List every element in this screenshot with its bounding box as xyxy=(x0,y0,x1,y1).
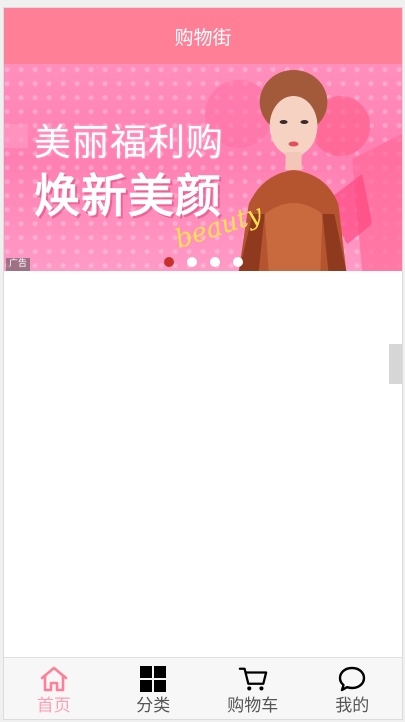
banner-carousel[interactable]: 美丽福利购 焕新美颜 beauty 广告 xyxy=(4,64,402,271)
tab-label: 首页 xyxy=(36,696,71,716)
tab-label: 我的 xyxy=(335,696,370,716)
banner-headline: 美丽福利购 xyxy=(34,121,224,164)
carousel-dot[interactable] xyxy=(233,257,243,267)
bottom-tab-bar: 首页 分类 购物车 我的 xyxy=(4,657,402,719)
page-title: 购物街 xyxy=(174,26,232,49)
tab-home[interactable]: 首页 xyxy=(4,658,104,719)
carousel-dot[interactable] xyxy=(210,257,220,267)
tab-label: 购物车 xyxy=(227,696,279,716)
tab-cart[interactable]: 购物车 xyxy=(203,658,303,719)
carousel-dot[interactable] xyxy=(187,257,197,267)
cart-icon xyxy=(238,664,268,694)
carousel-indicators xyxy=(164,257,243,267)
tab-category[interactable]: 分类 xyxy=(104,658,204,719)
chat-bubble-icon xyxy=(337,664,367,694)
carousel-dot[interactable] xyxy=(164,257,174,267)
app-frame: 购物街 美丽福利购 焕新美颜 beauty 广告 首页 分类 购物车 我的 xyxy=(3,7,403,720)
home-icon xyxy=(39,664,69,694)
ad-label: 广告 xyxy=(6,258,31,271)
scrollbar-thumb[interactable] xyxy=(389,344,402,384)
grid-icon xyxy=(138,664,168,694)
tab-profile[interactable]: 我的 xyxy=(303,658,403,719)
nav-bar: 购物街 xyxy=(4,8,402,64)
tab-label: 分类 xyxy=(136,696,171,716)
banner-subheadline: 焕新美颜 xyxy=(34,169,222,223)
